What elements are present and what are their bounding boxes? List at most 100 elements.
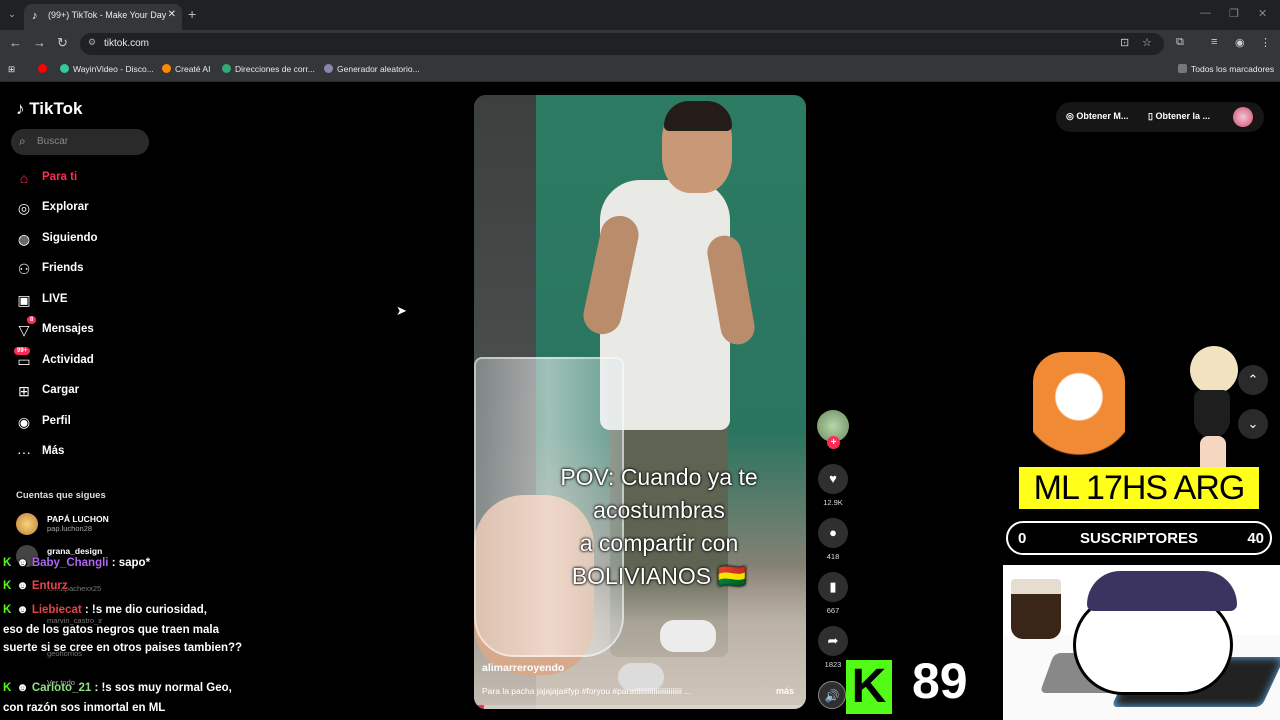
- search-input[interactable]: ⌕ Buscar: [11, 129, 149, 155]
- youtube-bookmark[interactable]: [38, 64, 51, 74]
- progress-fill: [474, 705, 484, 709]
- back-icon[interactable]: ←: [9, 35, 22, 50]
- url-text: tiktok.com: [104, 38, 150, 49]
- profile-avatar-icon[interactable]: ◉: [1235, 36, 1245, 49]
- shiba-sticker: [1033, 352, 1125, 464]
- nav-cargar[interactable]: ⊞ Cargar: [14, 380, 154, 402]
- caption-line: BOLIVIANOS 🇧🇴: [571, 563, 747, 589]
- reload-icon[interactable]: ↻: [57, 35, 68, 51]
- stream-banner: ML 17HS ARG: [1019, 467, 1259, 509]
- caption-line: acostumbras: [593, 497, 725, 523]
- subs-label: SUSCRIPTORES: [1079, 530, 1199, 547]
- forward-icon[interactable]: →: [33, 35, 46, 50]
- subs-current: 0: [1018, 530, 1027, 547]
- all-bookmarks[interactable]: Todos los marcadores: [1178, 64, 1274, 74]
- nav-friends[interactable]: ⚇ Friends: [14, 258, 154, 280]
- get-coins-button[interactable]: ◎ Obtener M...: [1066, 111, 1128, 122]
- mouse-cursor-icon: ➤: [396, 303, 407, 318]
- nav-label: Perfil: [42, 415, 71, 427]
- apps-grid-icon[interactable]: ⊞: [8, 64, 15, 75]
- more-button[interactable]: más: [776, 686, 794, 696]
- install-app-icon[interactable]: ⊡: [1120, 36, 1129, 49]
- site-info-icon[interactable]: ⚙: [88, 37, 96, 48]
- nav-explorar[interactable]: ◎ Explorar: [14, 197, 154, 219]
- chat-user: Carloto_21: [31, 682, 92, 694]
- nav-para-ti[interactable]: ⌂ Para ti: [14, 167, 154, 189]
- bookmark-create-ai[interactable]: Creaté AI: [162, 64, 210, 74]
- nav-mas[interactable]: ··· Más: [14, 441, 154, 463]
- browser-tab-strip: ⌄ ♪ (99+) TikTok - Make Your Day ✕ + — ❐…: [0, 0, 1280, 30]
- comment-icon: ●: [818, 518, 848, 548]
- chat-message: con razón sos inmortal en ML: [3, 702, 166, 714]
- profile-avatar[interactable]: [1233, 107, 1253, 127]
- close-window-icon[interactable]: ✕: [1258, 7, 1267, 20]
- more-icon: ···: [17, 444, 31, 460]
- new-tab-icon[interactable]: +: [188, 6, 196, 22]
- chat-message: K ☻ Baby_Changli : sapo*: [3, 557, 151, 569]
- following-account[interactable]: PAPÁ LUCHON pap.luchon28: [16, 512, 156, 538]
- kick-logo-text: K: [851, 660, 887, 713]
- chat-message: eso de los gatos negros que traen mala: [3, 624, 220, 636]
- bookmark-generador[interactable]: Generador aleatorio...: [324, 64, 420, 74]
- nav-label: Actividad: [42, 354, 94, 366]
- nav-siguiendo[interactable]: ◍ Siguiendo: [14, 228, 154, 250]
- messages-badge: 8: [27, 316, 37, 324]
- get-app-button[interactable]: ▯ Obtener la ...: [1148, 111, 1210, 122]
- account-name: grana_design: [47, 546, 103, 556]
- top-actions: ◎ Obtener M... ▯ Obtener la ...: [1056, 102, 1264, 132]
- bookmark-direcciones[interactable]: Direcciones de corr...: [222, 64, 315, 74]
- save-button[interactable]: ▮ 667: [818, 572, 848, 615]
- video-figure: [660, 620, 716, 652]
- media-icon[interactable]: ≡: [1211, 36, 1217, 48]
- bookmark-icon: ▮: [818, 572, 848, 602]
- nav-label: Mensajes: [42, 323, 94, 335]
- nav-label: LIVE: [42, 293, 68, 305]
- upload-icon: ⊞: [18, 383, 30, 399]
- close-tab-icon[interactable]: ✕: [168, 9, 176, 20]
- nav-live[interactable]: ▣ LIVE: [14, 289, 154, 311]
- extensions-icon[interactable]: ⧉: [1176, 36, 1184, 49]
- address-bar[interactable]: ⚙ tiktok.com: [80, 33, 1164, 55]
- comment-count: 418: [826, 552, 840, 561]
- share-button[interactable]: ➦ 1823: [818, 626, 848, 669]
- nav-label: Cargar: [42, 384, 80, 396]
- follow-plus-icon[interactable]: +: [827, 436, 840, 449]
- tiktok-logo[interactable]: ♪ TikTok: [16, 99, 82, 119]
- menu-dots-icon[interactable]: ⋮: [1260, 36, 1271, 49]
- tab-title: (99+) TikTok - Make Your Day: [48, 10, 167, 20]
- nav-actividad[interactable]: ▭ 99+ Actividad: [14, 347, 154, 372]
- video-author[interactable]: alimarreroyendo: [482, 662, 564, 674]
- bookmark-wayinvideo[interactable]: WayinVideo - Disco...: [60, 64, 154, 74]
- subs-goal: 40: [1247, 530, 1264, 547]
- restore-icon[interactable]: ❐: [1229, 7, 1239, 20]
- comment-button[interactable]: ● 418: [818, 518, 848, 561]
- nav-label: Más: [42, 445, 65, 457]
- chat-message: K ☻ Enturz: [3, 580, 68, 592]
- like-button[interactable]: ♥ 12.9K: [818, 464, 848, 507]
- minimize-icon[interactable]: —: [1200, 7, 1211, 19]
- friends-icon: ⚇: [17, 261, 31, 277]
- volume-icon[interactable]: 🔊: [818, 681, 846, 709]
- video-player[interactable]: POV: Cuando ya te acostumbras a comparti…: [474, 95, 806, 709]
- share-count: 1823: [824, 660, 842, 669]
- nav-mensajes[interactable]: ▽ 8 Mensajes: [14, 316, 154, 341]
- chat-user: Baby_Changli: [31, 557, 109, 569]
- nav-label: Siguiendo: [42, 232, 98, 244]
- browser-tab[interactable]: ♪ (99+) TikTok - Make Your Day ✕: [24, 4, 182, 30]
- caption-line: a compartir con: [579, 530, 739, 556]
- tiktok-favicon-icon: ♪: [32, 10, 38, 22]
- bookmark-star-icon[interactable]: ☆: [1142, 36, 1152, 49]
- nav-label: Para ti: [42, 171, 78, 183]
- chibi-sticker: [1176, 346, 1246, 478]
- nav-perfil[interactable]: ◉ Perfil: [14, 411, 154, 433]
- following-icon: ◍: [17, 231, 31, 247]
- search-icon: ⌕: [19, 134, 26, 148]
- home-icon: ⌂: [19, 170, 29, 186]
- account-name: PAPÁ LUCHON: [47, 514, 109, 524]
- following-section-title: Cuentas que sigues: [16, 490, 106, 501]
- video-progress-bar[interactable]: [474, 705, 806, 709]
- video-caption: POV: Cuando ya te acostumbras a comparti…: [514, 461, 804, 593]
- tab-search-icon[interactable]: ⌄: [4, 6, 20, 22]
- streamer-avatar-art: [1003, 565, 1280, 720]
- caption-line: POV: Cuando ya te: [560, 464, 758, 490]
